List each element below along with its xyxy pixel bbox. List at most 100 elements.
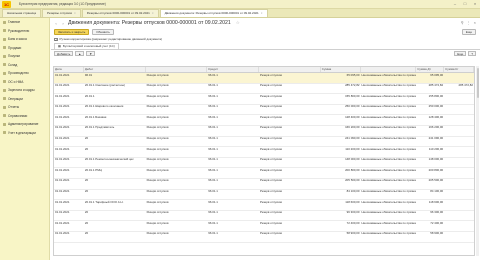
cell-credit-subconto: Резерв отпусков — [260, 210, 282, 215]
cell-date: 01.01.2021 — [55, 147, 70, 151]
cell-extra: Неоснованные обязательства по признаваем… — [361, 178, 417, 183]
close-tab-icon[interactable]: × — [74, 10, 76, 17]
cell-date: 01.01.2021 — [55, 73, 70, 77]
favorite-star-icon[interactable]: ☆ — [236, 20, 240, 26]
table-row[interactable]: 01.01.2021 20.01.1 Резерв отпусков 96.01.1 Р… — [54, 94, 474, 105]
table-row[interactable]: 01.01.2021 20.01.1 РМЦ Резерв отпусков 96.0… — [54, 168, 474, 179]
cell-date: 01.01.2021 — [55, 94, 70, 98]
table-row[interactable]: 01.01.2021 20.01.1 Предтавитель Резерв отп… — [54, 126, 474, 137]
table-row[interactable]: 01.01.2021 20.01.1 Шарового окончания Резе… — [54, 105, 474, 116]
cell-date: 01.01.2021 — [55, 168, 70, 172]
document-toolbar: Записать и закрыть Обновить Еще — [51, 28, 480, 36]
table-row[interactable]: 01.01.2021 20 Резерв отпусков 96.01.1 Резерв… — [54, 179, 474, 190]
tab-accounting-register[interactable]: ▦ Бухгалтерский и налоговый учет (1С) — [54, 42, 119, 49]
sidebar-item[interactable]: Операции — [0, 95, 49, 104]
column-header-credit-subconto[interactable] — [259, 67, 321, 72]
back-arrow-icon[interactable]: ‹ — [54, 21, 58, 26]
cell-date: 01.01.2021 — [55, 221, 70, 225]
move-up-icon[interactable]: ▲ — [75, 50, 85, 57]
add-row-button[interactable]: Добавить — [54, 50, 74, 57]
cell-sum-kt — [444, 126, 474, 136]
table-row[interactable]: 01.01.2021 20 Резерв отпусков 96.01.1 Резерв… — [54, 211, 474, 222]
close-tab-icon[interactable]: × — [152, 10, 154, 17]
cell-amount: 205 500,00 — [345, 178, 360, 183]
sidebar-item[interactable]: Отчеты — [0, 103, 49, 112]
column-header-date[interactable]: Дата — [54, 67, 84, 72]
cell-date: 01.01.2021 — [55, 83, 70, 88]
cell-extra: Неоснованные обязательства по признаваем… — [361, 200, 417, 204]
column-header-sum-dt[interactable]: Сумма Дт — [416, 67, 445, 72]
close-icon[interactable]: × — [474, 20, 476, 25]
forward-arrow-icon[interactable]: › — [61, 21, 65, 26]
open-tabs-bar: Начальная страница Резервы отпусков × Ре… — [0, 9, 480, 18]
sidebar-item[interactable]: Банк и касса — [0, 35, 49, 44]
app-logo: 1С — [2, 0, 11, 8]
save-and-close-button[interactable]: Записать и закрыть — [54, 28, 90, 36]
cell-credit-subconto: Резерв отпусков — [260, 125, 282, 130]
column-header-credit[interactable]: Кредит — [207, 67, 260, 72]
column-header-extra[interactable] — [361, 67, 417, 72]
close-tab-icon[interactable]: × — [261, 10, 263, 17]
sidebar-item[interactable]: ОС и НМА — [0, 78, 49, 87]
cell-debit-subconto: Резерв отпусков — [146, 189, 169, 194]
sidebar-item[interactable]: Справочники — [0, 112, 49, 121]
table-row[interactable]: 01.01.2021 20 Резерв отпусков 96.01.1 Резерв… — [54, 137, 474, 148]
cell-sum-kt — [444, 147, 474, 157]
cell-debit-subconto: Резерв отпусков — [146, 94, 169, 98]
sidebar-item[interactable]: Зарплата и кадры — [0, 86, 49, 95]
cell-credit-subconto: Резерв отпусков — [260, 178, 282, 183]
tab-vacation-reserves[interactable]: Резервы отпусков × — [42, 9, 81, 17]
table-row[interactable]: 01.01.2021 20 Резерв отпусков 96.01.1 Резерв… — [54, 232, 474, 243]
sidebar-item[interactable]: Покупки — [0, 52, 49, 61]
manual-edit-checkbox[interactable]: ✓ — [54, 37, 58, 41]
column-header-amount[interactable]: Сумма — [321, 67, 361, 72]
sidebar-item[interactable]: Производство — [0, 69, 49, 78]
cell-date: 01.01.2021 — [55, 104, 70, 109]
column-header-debit-subconto[interactable] — [146, 67, 208, 72]
column-header-debit[interactable]: Дебет — [84, 67, 146, 72]
sidebar-item[interactable]: Администрирование — [0, 120, 49, 129]
minimize-icon[interactable]: – — [452, 1, 458, 7]
cell-credit-subconto: Резерв отпусков — [260, 115, 282, 119]
cell-amount: 84 100,00 — [346, 189, 360, 194]
sidebar-item[interactable]: Учет в декларации — [0, 129, 49, 138]
table-row[interactable]: 01.01.2021 96.01 Резерв отпусков 96.01.1 Рез… — [54, 73, 474, 84]
help-icon[interactable]: ? — [468, 50, 476, 56]
sidebar-item-label: Администрирование — [8, 122, 39, 127]
cell-credit-subconto: Резерв отпусков — [260, 157, 282, 162]
table-row[interactable]: 01.01.2021 20.01.1 Базовая Резерв отпусков… — [54, 115, 474, 126]
cell-amount: 96 300,00 — [346, 210, 360, 215]
table-row[interactable]: 01.01.2021 20.01.1 Сметаное (расчетное) Ре… — [54, 84, 474, 95]
table-row[interactable]: 01.01.2021 20 Резерв отпусков 96.01.1 Резерв… — [54, 147, 474, 158]
link-icon[interactable]: ⚲ — [461, 20, 464, 25]
move-down-icon[interactable]: ▼ — [86, 50, 96, 57]
table-row[interactable]: 01.01.2021 20.01.1 Ремонтно-механический … — [54, 158, 474, 169]
scrollbar-thumb[interactable] — [476, 68, 479, 98]
cell-debit: 20 — [84, 178, 89, 183]
more-button[interactable]: Еще — [461, 28, 476, 36]
menu-dots-icon[interactable]: ⋮ — [467, 20, 471, 25]
sidebar-item[interactable]: Главное — [0, 18, 49, 27]
manual-edit-label: Ручная корректировка (разрешает редактир… — [59, 37, 163, 42]
tab-home[interactable]: Начальная страница — [2, 9, 42, 17]
table-more-button[interactable]: Еще — [454, 50, 467, 56]
sidebar-item[interactable]: Руководителю — [0, 27, 49, 36]
table-row[interactable]: 01.01.2021 20 Резерв отпусков 96.01.1 Резерв… — [54, 190, 474, 201]
app-title: Бухгалтерия предприятия, редакция 3.0 (1… — [19, 2, 106, 6]
cell-sum-dt: 200 800,00 — [428, 168, 444, 172]
vertical-scrollbar[interactable] — [476, 66, 479, 256]
menu-section-icon — [3, 20, 6, 24]
sidebar-item[interactable]: Продажи — [0, 44, 49, 53]
table-row[interactable]: 01.01.2021 20 Резерв отпусков 96.01.1 Резерв… — [54, 221, 474, 232]
sidebar-item[interactable]: Склад — [0, 61, 49, 70]
tab-document-movements[interactable]: Движения документа: Резервы отпусков 000… — [159, 9, 268, 17]
cell-credit-subconto: Резерв отпусков — [260, 136, 282, 141]
table-body: 01.01.2021 96.01 Резерв отпусков 96.01.1 Рез… — [54, 73, 474, 243]
tab-reserves-document[interactable]: Резервы отпусков 0000-000001 от 09.02.20… — [81, 9, 159, 17]
maximize-icon[interactable]: □ — [462, 1, 468, 7]
column-header-sum-kt[interactable]: Сумма Кт — [444, 67, 474, 72]
refresh-button[interactable]: Обновить — [92, 28, 114, 36]
close-icon[interactable]: × — [472, 1, 478, 7]
cell-sum-dt: 72 400,00 — [430, 221, 444, 225]
table-row[interactable]: 01.01.2021 20.01.1 Тарифный ООО А.Н. Резер… — [54, 200, 474, 211]
